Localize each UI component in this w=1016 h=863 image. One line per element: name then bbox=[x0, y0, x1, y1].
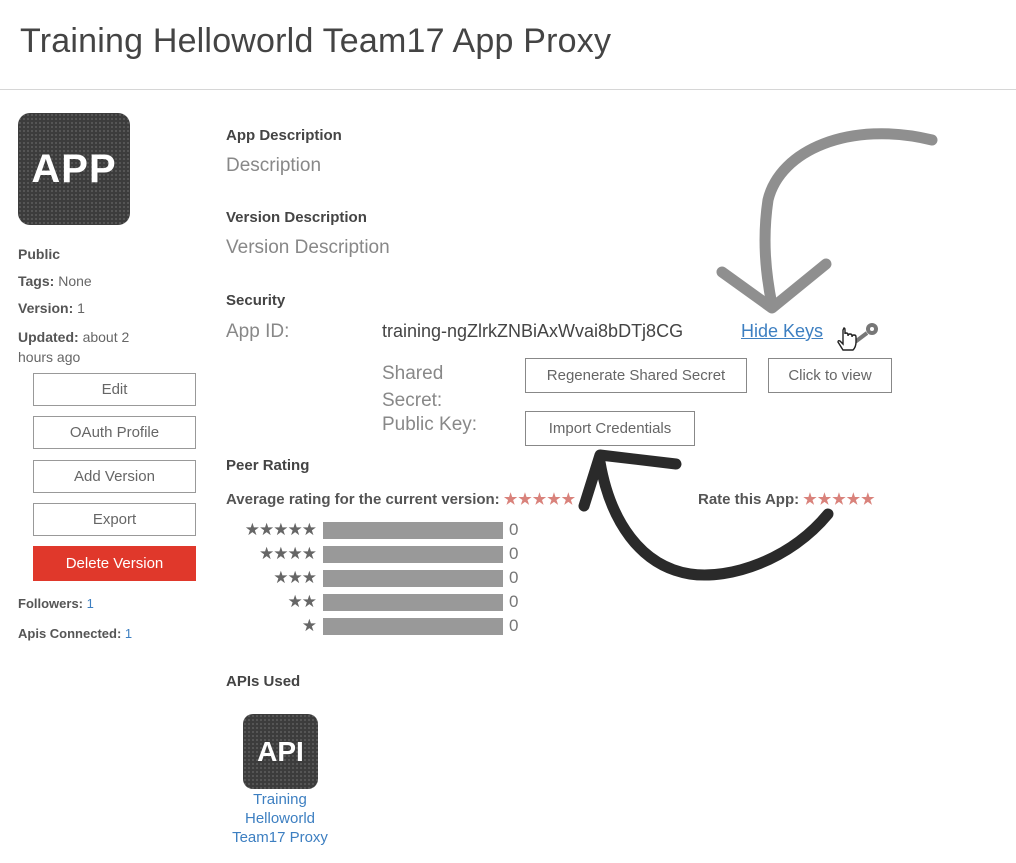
apis-connected: Apis Connected: 1 bbox=[18, 626, 132, 641]
api-icon-text: API bbox=[257, 735, 304, 767]
hand-cursor-icon bbox=[837, 327, 857, 351]
api-name-line-3: Team17 Proxy bbox=[232, 829, 328, 846]
app-description-label: App Description bbox=[226, 127, 342, 144]
version-description-label: Version Description bbox=[226, 209, 367, 226]
rate-this-app: Rate this App: ★★★★★ bbox=[698, 490, 876, 508]
updated-value-cont: hours ago bbox=[18, 349, 81, 365]
rating-count: 0 bbox=[509, 520, 519, 539]
security-label: Security bbox=[226, 292, 286, 309]
average-rating-label: Average rating for the current version: bbox=[226, 491, 500, 508]
rating-row-4: ★★★★ 0 bbox=[226, 544, 518, 564]
rating-bar bbox=[323, 521, 503, 539]
rating-bar bbox=[323, 545, 503, 563]
shared-secret-label-2: Secret: bbox=[382, 390, 443, 411]
rating-row-1: ★ 0 bbox=[226, 616, 519, 636]
header-divider bbox=[0, 89, 1016, 90]
rating-bar bbox=[323, 593, 503, 611]
version: Version: 1 bbox=[18, 300, 85, 316]
updated: Updated: about 2 hours ago bbox=[18, 327, 129, 367]
version-label: Version: bbox=[18, 300, 74, 316]
annotation-arrow bbox=[759, 128, 938, 311]
rating-row-2: ★★ 0 bbox=[226, 592, 519, 612]
hide-keys-link[interactable]: Hide Keys bbox=[741, 321, 823, 342]
rating-count: 0 bbox=[509, 616, 519, 635]
page-title: Training Helloworld Team17 App Proxy bbox=[20, 22, 612, 60]
rating-count: 0 bbox=[509, 544, 519, 563]
public-key-label: Public Key: bbox=[382, 414, 478, 435]
rating-bar bbox=[323, 617, 503, 635]
click-to-view-button[interactable]: Click to view bbox=[768, 358, 892, 393]
api-name-line-2: Helloworld bbox=[244, 810, 316, 827]
api-name-line-1: Training bbox=[253, 791, 307, 808]
peer-rating-label: Peer Rating bbox=[226, 457, 310, 474]
followers-link[interactable]: 1 bbox=[87, 596, 94, 611]
regenerate-shared-secret-button[interactable]: Regenerate Shared Secret bbox=[525, 358, 747, 393]
apis-used-label: APIs Used bbox=[226, 673, 301, 690]
tags-value: None bbox=[58, 273, 92, 289]
rating-count: 0 bbox=[509, 592, 519, 611]
updated-value: about 2 bbox=[82, 329, 130, 345]
rating-bar bbox=[323, 569, 503, 587]
add-version-button[interactable]: Add Version bbox=[33, 460, 196, 493]
version-value: 1 bbox=[77, 300, 85, 316]
version-description-value: Version Description bbox=[226, 237, 390, 258]
rating-row-stars: ★★★★ bbox=[259, 544, 317, 563]
apis-connected-label: Apis Connected: bbox=[18, 626, 122, 641]
visibility: Public bbox=[18, 246, 60, 262]
tags-label: Tags: bbox=[18, 273, 55, 289]
shared-secret-label: Shared Secret: bbox=[382, 360, 443, 414]
annotation-arrow bbox=[578, 449, 682, 512]
api-icon[interactable]: API bbox=[243, 714, 318, 789]
import-credentials-button[interactable]: Import Credentials bbox=[525, 411, 695, 446]
rate-app-label: Rate this App: bbox=[698, 491, 800, 508]
rating-row-stars: ★ bbox=[301, 616, 317, 635]
apis-connected-link[interactable]: 1 bbox=[125, 626, 132, 641]
average-rating-stars: ★★★★★ bbox=[503, 491, 577, 508]
rating-row-stars: ★★★★★ bbox=[244, 520, 317, 539]
shared-secret-label-1: Shared bbox=[382, 363, 444, 384]
app-id-value: training-ngZlrkZNBiAxWvai8bDTj8CG bbox=[382, 321, 684, 341]
followers-label: Followers: bbox=[18, 596, 84, 611]
export-button[interactable]: Export bbox=[33, 503, 196, 536]
rating-count: 0 bbox=[509, 568, 519, 587]
api-name-link[interactable]: Training Helloworld Team17 Proxy bbox=[220, 790, 340, 847]
delete-version-button[interactable]: Delete Version bbox=[33, 546, 196, 581]
oauth-profile-button[interactable]: OAuth Profile bbox=[33, 416, 196, 449]
average-rating: Average rating for the current version: … bbox=[226, 490, 576, 508]
followers: Followers: 1 bbox=[18, 596, 94, 611]
rating-row-3: ★★★ 0 bbox=[226, 568, 518, 588]
tags: Tags: None bbox=[18, 273, 92, 289]
annotation-arrow bbox=[594, 456, 834, 581]
app-icon-text: APP bbox=[31, 146, 117, 191]
rating-row-stars: ★★★ bbox=[273, 568, 317, 587]
app-id-label: App ID: bbox=[226, 321, 290, 342]
app-description-value: Description bbox=[226, 155, 322, 176]
annotation-arrow bbox=[716, 258, 832, 314]
app-icon: APP bbox=[18, 113, 130, 225]
updated-label: Updated: bbox=[18, 329, 79, 345]
key-icon bbox=[837, 323, 878, 351]
rate-app-stars[interactable]: ★★★★★ bbox=[803, 491, 875, 508]
visibility-label: Public bbox=[18, 246, 61, 262]
edit-button[interactable]: Edit bbox=[33, 373, 196, 406]
rating-row-stars: ★★ bbox=[287, 592, 317, 611]
rating-row-5: ★★★★★ 0 bbox=[226, 520, 519, 540]
